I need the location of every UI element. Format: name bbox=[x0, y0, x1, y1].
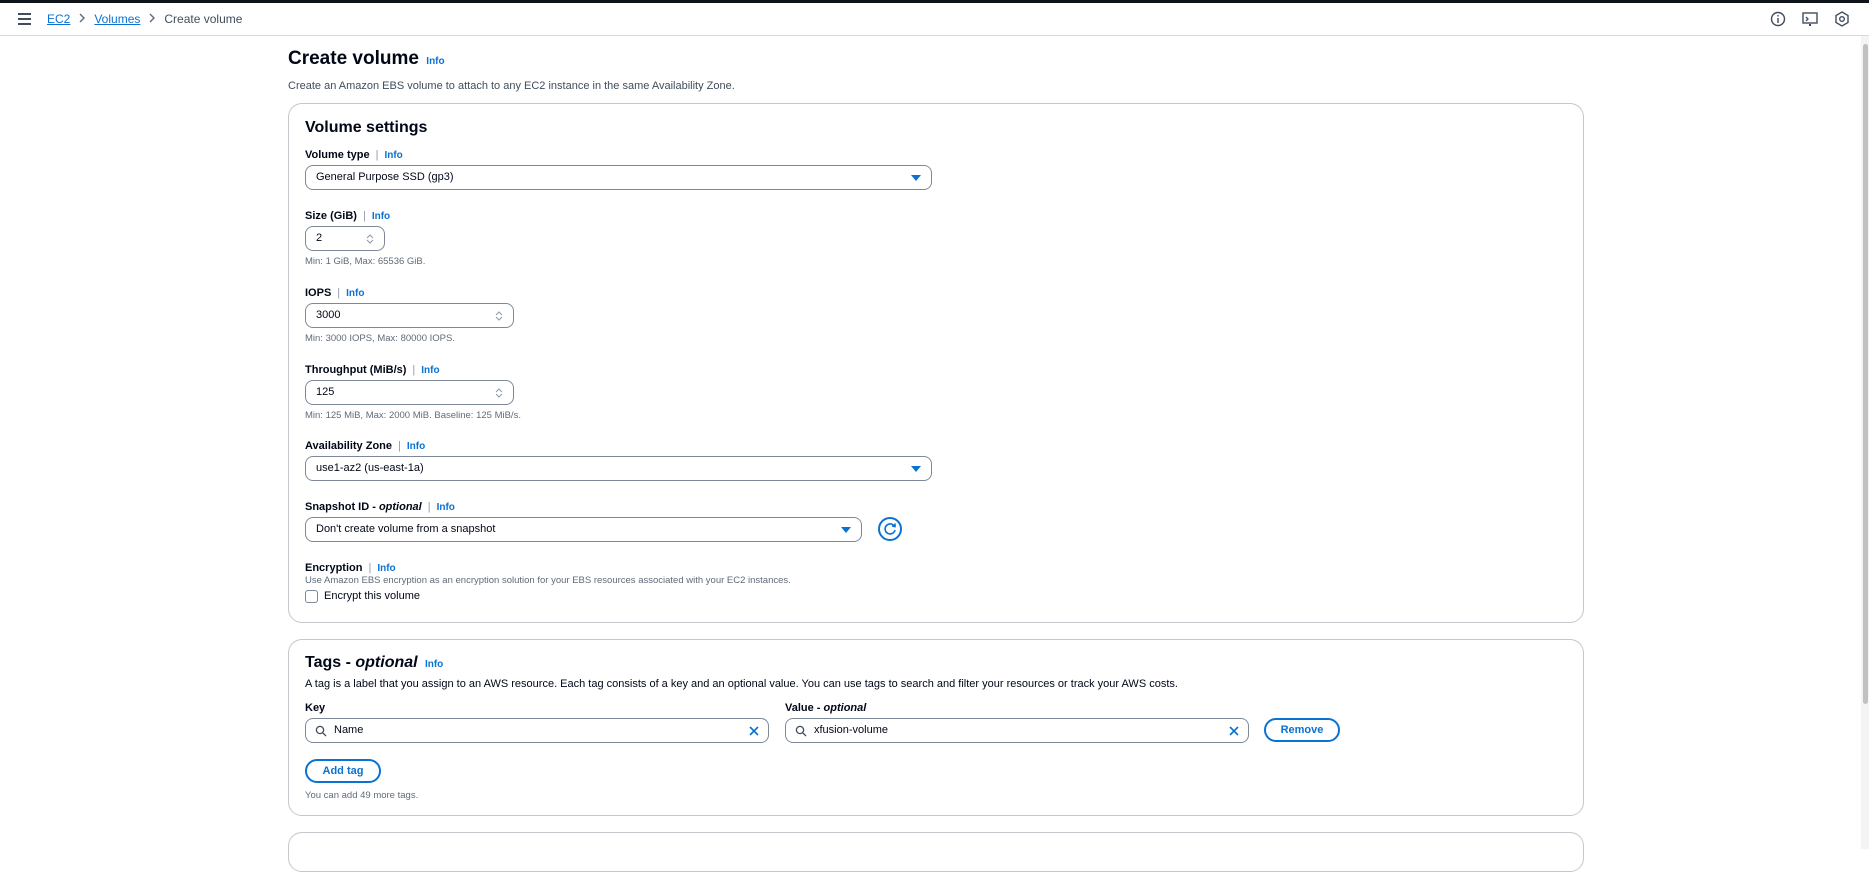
tag-key-input[interactable]: Name bbox=[305, 718, 769, 743]
search-icon bbox=[795, 725, 807, 737]
search-icon bbox=[315, 725, 327, 737]
encrypt-volume-checkbox[interactable] bbox=[305, 590, 318, 603]
spinner-icon[interactable] bbox=[495, 387, 503, 399]
top-utility-icons bbox=[1769, 10, 1851, 28]
availability-zone-label: Availability Zone | Info bbox=[305, 440, 426, 452]
next-section-card bbox=[288, 832, 1584, 872]
chevron-right-icon bbox=[148, 12, 156, 26]
size-label: Size (GiB) | Info bbox=[305, 210, 391, 222]
iops-hint: Min: 3000 IOPS, Max: 80000 IOPS. bbox=[305, 333, 455, 344]
iops-input[interactable]: 3000 bbox=[305, 303, 514, 328]
tags-remaining-hint: You can add 49 more tags. bbox=[305, 790, 419, 801]
tag-key-label: Key bbox=[305, 702, 326, 714]
spinner-icon[interactable] bbox=[495, 310, 503, 322]
caret-down-icon bbox=[911, 466, 921, 472]
console-feedback-icon[interactable] bbox=[1801, 10, 1819, 28]
refresh-snapshots-button[interactable] bbox=[878, 517, 902, 541]
throughput-label: Throughput (MiB/s) | Info bbox=[305, 364, 440, 376]
chevron-right-icon bbox=[78, 12, 86, 26]
snapshot-info-link[interactable]: Info bbox=[437, 502, 455, 513]
tag-value-label: Value - optional bbox=[785, 702, 867, 714]
tags-title: Tags - optional Info bbox=[305, 654, 444, 671]
volume-type-select[interactable]: General Purpose SSD (gp3) bbox=[305, 165, 932, 190]
size-input[interactable]: 2 bbox=[305, 226, 385, 251]
throughput-info-link[interactable]: Info bbox=[421, 365, 439, 376]
caret-down-icon bbox=[911, 175, 921, 181]
settings-gear-icon[interactable] bbox=[1833, 10, 1851, 28]
breadcrumb: EC2 Volumes Create volume bbox=[47, 12, 242, 26]
volume-settings-card: Volume settings Volume type | Info General… bbox=[288, 103, 1584, 623]
tags-card: Tags - optional Info A tag is a label th… bbox=[288, 639, 1584, 816]
create-volume-page: Create volume Info Create an Amazon EBS … bbox=[288, 48, 1584, 872]
page-scrollbar-thumb[interactable] bbox=[1863, 44, 1868, 704]
snapshot-id-select[interactable]: Don't create volume from a snapshot bbox=[305, 517, 862, 542]
breadcrumb-ec2-link[interactable]: EC2 bbox=[47, 12, 70, 26]
throughput-input[interactable]: 125 bbox=[305, 380, 514, 405]
top-navigation-bar: EC2 Volumes Create volume bbox=[0, 3, 1869, 36]
encryption-label: Encryption | Info bbox=[305, 562, 396, 574]
info-panel-icon[interactable] bbox=[1769, 10, 1787, 28]
iops-label: IOPS | Info bbox=[305, 287, 365, 299]
spinner-icon[interactable] bbox=[366, 233, 374, 245]
snapshot-id-label: Snapshot ID - optional | Info bbox=[305, 501, 455, 513]
refresh-icon bbox=[884, 523, 896, 535]
clear-icon[interactable] bbox=[1228, 725, 1240, 737]
volume-settings-title: Volume settings bbox=[305, 119, 428, 136]
encrypt-volume-label[interactable]: Encrypt this volume bbox=[324, 590, 420, 602]
hamburger-menu-icon[interactable] bbox=[16, 11, 34, 27]
remove-tag-button[interactable]: Remove bbox=[1264, 718, 1340, 742]
page-description: Create an Amazon EBS volume to attach to… bbox=[288, 80, 735, 92]
encryption-info-link[interactable]: Info bbox=[377, 563, 395, 574]
page-info-link[interactable]: Info bbox=[426, 56, 444, 67]
size-info-link[interactable]: Info bbox=[372, 211, 390, 222]
size-hint: Min: 1 GiB, Max: 65536 GiB. bbox=[305, 256, 426, 267]
throughput-hint: Min: 125 MiB, Max: 2000 MiB. Baseline: 1… bbox=[305, 410, 521, 421]
tags-description: A tag is a label that you assign to an A… bbox=[305, 678, 1178, 690]
page-title: Create volume bbox=[288, 48, 419, 69]
availability-zone-info-link[interactable]: Info bbox=[407, 441, 425, 452]
iops-info-link[interactable]: Info bbox=[346, 288, 364, 299]
tags-info-link[interactable]: Info bbox=[425, 659, 443, 670]
clear-icon[interactable] bbox=[748, 725, 760, 737]
breadcrumb-current: Create volume bbox=[164, 12, 243, 26]
tag-value-input[interactable]: xfusion-volume bbox=[785, 718, 1249, 743]
breadcrumb-volumes-link[interactable]: Volumes bbox=[94, 12, 140, 26]
add-tag-button[interactable]: Add tag bbox=[305, 759, 381, 783]
encryption-description: Use Amazon EBS encryption as an encrypti… bbox=[305, 575, 791, 586]
volume-type-label: Volume type | Info bbox=[305, 149, 403, 161]
volume-type-info-link[interactable]: Info bbox=[384, 150, 402, 161]
availability-zone-select[interactable]: use1-az2 (us-east-1a) bbox=[305, 456, 932, 481]
caret-down-icon bbox=[841, 527, 851, 533]
